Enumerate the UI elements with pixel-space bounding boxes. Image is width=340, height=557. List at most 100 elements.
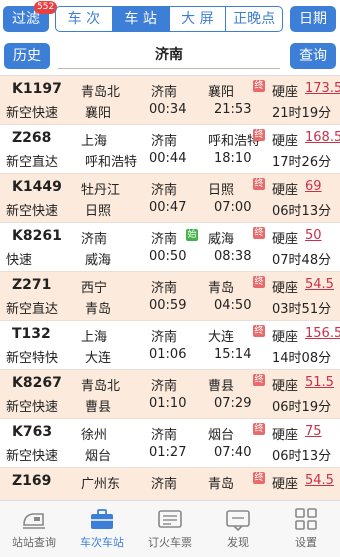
tab-train-number[interactable]: 车 次 xyxy=(56,7,112,31)
seat-type: 硬座 xyxy=(272,379,299,394)
terminal-badge: 终 xyxy=(253,80,265,92)
travel-duration: 14时08分 xyxy=(272,351,332,366)
station-search-input[interactable]: 济南 xyxy=(58,42,280,69)
arrival-station: 日照 xyxy=(85,204,112,219)
tab-station[interactable]: 车 站 xyxy=(111,7,169,31)
tab-train-station[interactable]: 车次车站 xyxy=(68,501,136,557)
seat-type: 硬座 xyxy=(272,85,299,100)
train-row[interactable]: T132 新空特快 上海 大连 济南 01:06 大连 15:14 硬座 14时08分 156.5 终 xyxy=(0,321,340,370)
departure-station: 青岛北 xyxy=(81,379,121,394)
tab-label: 站站查询 xyxy=(12,536,56,549)
terminal-badge: 终 xyxy=(253,374,265,386)
filter-count-badge: 552 xyxy=(34,1,58,14)
terminal-station: 青岛 xyxy=(208,477,235,492)
ticket-price-link[interactable]: 54.5 xyxy=(305,277,334,292)
terminal-time: 07:40 xyxy=(214,445,252,460)
query-station: 济南 xyxy=(151,330,178,345)
terminal-badge: 终 xyxy=(253,325,265,337)
tab-label: 设置 xyxy=(295,536,317,549)
ticket-price-link[interactable]: 75 xyxy=(305,424,322,439)
tab-station-to-station[interactable]: 站站查询 xyxy=(0,501,68,557)
terminal-badge: 终 xyxy=(253,472,265,484)
query-station: 济南 xyxy=(151,183,178,198)
train-row[interactable]: K1197 新空快速 青岛北 襄阳 济南 00:34 襄阳 21:53 硬座 21时19分 173.… xyxy=(0,76,340,125)
train-row[interactable]: Z169 广州东 济南 青岛 硬座 54.5 终 xyxy=(0,468,340,500)
terminal-time: 21:53 xyxy=(214,102,252,117)
tab-label: 车次车站 xyxy=(80,536,124,549)
arrival-station: 青岛 xyxy=(85,302,112,317)
discover-icon xyxy=(226,510,250,531)
terminal-time: 04:50 xyxy=(214,298,252,313)
tab-on-time[interactable]: 正晚点 xyxy=(225,7,282,31)
seat-type: 硬座 xyxy=(272,183,299,198)
terminal-time: 08:38 xyxy=(214,249,252,264)
arrival-time: 00:50 xyxy=(149,249,187,264)
arrival-station: 襄阳 xyxy=(85,106,112,121)
arrival-time: 00:59 xyxy=(149,298,187,313)
ticket-price-link[interactable]: 173.5 xyxy=(305,81,340,96)
terminal-badge: 终 xyxy=(253,178,265,190)
departure-station: 青岛北 xyxy=(81,85,121,100)
train-number: K1197 xyxy=(12,81,62,97)
train-row[interactable]: K1449 新空快速 牡丹江 日照 济南 00:47 日照 07:00 硬座 06时13分 69 终 xyxy=(0,174,340,223)
terminal-station: 威海 xyxy=(208,232,235,247)
seat-type: 硬座 xyxy=(272,281,299,296)
train-type: 快速 xyxy=(6,253,33,268)
mode-segmented-control: 车 次 车 站 大 屏 正晚点 xyxy=(55,6,283,32)
train-row[interactable]: K8261 快速 济南 威海 济南 00:50 威海 08:38 硬座 07时48分 50 终始 xyxy=(0,223,340,272)
tab-settings[interactable]: 设置 xyxy=(272,501,340,557)
train-number: Z169 xyxy=(12,473,52,489)
seat-type: 硬座 xyxy=(272,428,299,443)
terminal-badge: 终 xyxy=(253,227,265,239)
query-station: 济南 xyxy=(151,85,178,100)
history-button[interactable]: 历史 xyxy=(4,43,50,69)
departure-station: 徐州 xyxy=(81,428,108,443)
ticket-price-link[interactable]: 69 xyxy=(305,179,322,194)
train-number: K8261 xyxy=(12,228,62,244)
train-list[interactable]: K1197 新空快速 青岛北 襄阳 济南 00:34 襄阳 21:53 硬座 21时19分 173.… xyxy=(0,75,340,500)
arrival-station: 烟台 xyxy=(85,449,112,464)
ticket-price-link[interactable]: 156.5 xyxy=(305,326,340,341)
query-station: 济南 xyxy=(151,232,178,247)
train-number: K1449 xyxy=(12,179,62,195)
train-row[interactable]: K763 新空快速 徐州 烟台 济南 01:27 烟台 07:40 硬座 06时13分 75 终 xyxy=(0,419,340,468)
top-toolbar: 过滤 552 车 次 车 站 大 屏 正晚点 日期 xyxy=(0,0,340,38)
query-button[interactable]: 查询 xyxy=(290,43,336,69)
arrival-time: 00:34 xyxy=(149,102,187,117)
departure-station: 西宁 xyxy=(81,281,108,296)
tab-label: 订火车票 xyxy=(148,536,192,549)
terminal-station: 襄阳 xyxy=(208,85,235,100)
train-type: 新空特快 xyxy=(6,351,59,366)
tab-big-screen[interactable]: 大 屏 xyxy=(168,7,226,31)
train-type: 新空快速 xyxy=(6,400,59,415)
departure-station: 牡丹江 xyxy=(81,183,121,198)
origin-badge: 始 xyxy=(186,229,198,241)
ticket-price-link[interactable]: 168.5 xyxy=(305,130,340,145)
arrival-time: 01:10 xyxy=(149,396,187,411)
tab-book-ticket[interactable]: 订火车票 xyxy=(136,501,204,557)
date-button[interactable]: 日期 xyxy=(290,6,336,32)
train-row[interactable]: Z271 新空直达 西宁 青岛 济南 00:59 青岛 04:50 硬座 03时51分 54.5 终 xyxy=(0,272,340,321)
terminal-time: 07:29 xyxy=(214,396,252,411)
terminal-time: 18:10 xyxy=(214,151,252,166)
tab-discover[interactable]: 发现 xyxy=(204,501,272,557)
train-icon xyxy=(23,513,45,529)
arrival-time: 00:44 xyxy=(149,151,187,166)
train-number: K763 xyxy=(12,424,53,440)
train-row[interactable]: Z268 新空直达 上海 呼和浩特 济南 00:44 呼和浩特 18:10 硬座 17时26分 16… xyxy=(0,125,340,174)
terminal-station: 日照 xyxy=(208,183,235,198)
query-station: 济南 xyxy=(151,379,178,394)
terminal-badge: 终 xyxy=(253,423,265,435)
ticket-price-link[interactable]: 54.5 xyxy=(305,473,334,488)
arrival-station: 曹县 xyxy=(85,400,112,415)
ticket-price-link[interactable]: 51.5 xyxy=(305,375,334,390)
train-row[interactable]: K8267 新空快速 青岛北 曹县 济南 01:10 曹县 07:29 硬座 06时19分 51.5… xyxy=(0,370,340,419)
departure-station: 上海 xyxy=(81,330,108,345)
train-number: Z271 xyxy=(12,277,52,293)
train-number: T132 xyxy=(12,326,51,342)
query-station: 济南 xyxy=(151,428,178,443)
seat-type: 硬座 xyxy=(272,330,299,345)
terminal-station: 烟台 xyxy=(208,428,235,443)
seat-type: 硬座 xyxy=(272,477,299,492)
ticket-price-link[interactable]: 50 xyxy=(305,228,322,243)
